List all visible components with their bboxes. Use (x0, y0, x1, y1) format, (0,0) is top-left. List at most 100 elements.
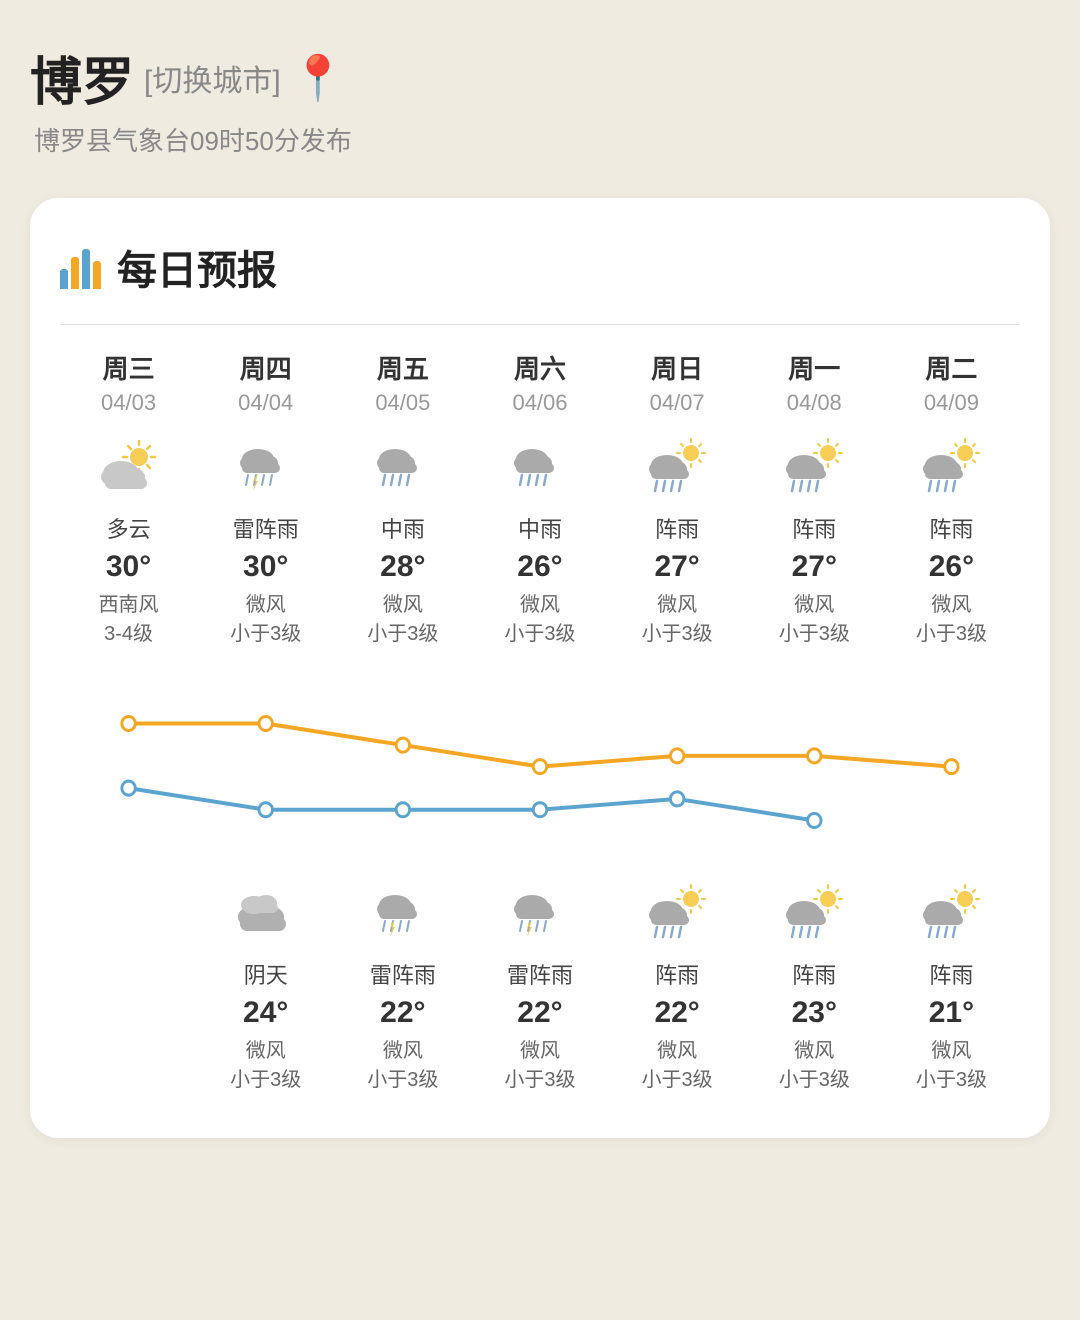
day-date: 04/03 (101, 390, 156, 426)
header: 博罗 [切换城市] 📍 博罗县气象台09时50分发布 (30, 40, 1050, 158)
temp-high: 27° (792, 550, 837, 584)
temp-high: 26° (929, 550, 974, 584)
city-name: 博罗 (30, 40, 134, 115)
weather-desc-bottom: 雷阵雨 (507, 958, 573, 990)
day-date: 04/09 (924, 390, 979, 426)
temp-high: 30° (243, 550, 288, 584)
weather-desc-top: 中雨 (518, 512, 562, 544)
temp-chart (60, 662, 1020, 862)
day-date: 04/06 (512, 390, 567, 426)
weather-icon-top (510, 432, 570, 502)
temp-low: 21° (929, 996, 974, 1030)
wind-type-top: 微风 (931, 588, 971, 617)
wind-level-top: 3-4级 (104, 617, 153, 646)
day-col-low-4: 阵雨 23° 微风 小于3级 (746, 872, 883, 1098)
daily-forecast-card: 每日预报 周三 04/03 多云 30° 西南风 3-4级 周四 04/04 (30, 198, 1050, 1138)
wind-level-bottom: 小于3级 (367, 1063, 438, 1092)
weather-desc-bottom: 雷阵雨 (370, 958, 436, 990)
weather-icon-top (373, 432, 433, 502)
day-col-5: 周一 04/08 阵雨 27° 微风 小于3级 (746, 349, 883, 652)
wind-type-bottom: 微风 (931, 1034, 971, 1063)
location-icon[interactable]: 📍 (291, 52, 346, 104)
divider (60, 324, 1020, 325)
city-title: 博罗 [切换城市] 📍 (30, 40, 1050, 115)
day-name: 周二 (925, 349, 977, 390)
wind-level-top: 小于3级 (504, 617, 575, 646)
wind-type-top: 微风 (520, 588, 560, 617)
switch-city-label[interactable]: [切换城市] (144, 56, 281, 100)
wind-level-bottom: 小于3级 (916, 1063, 987, 1092)
temp-low: 22° (517, 996, 562, 1030)
weather-desc-bottom: 阴天 (244, 958, 288, 990)
wind-level-bottom: 小于3级 (230, 1063, 301, 1092)
weather-desc-bottom: 阵雨 (792, 958, 836, 990)
weather-desc-top: 中雨 (381, 512, 425, 544)
chart-icon (60, 245, 101, 289)
wind-type-bottom: 微风 (520, 1034, 560, 1063)
weather-icon-bottom (373, 878, 433, 948)
day-col-6: 周二 04/09 阵雨 26° 微风 小于3级 (883, 349, 1020, 652)
day-col-1: 周四 04/04 雷阵雨 30° 微风 小于3级 (197, 349, 334, 652)
day-col-3: 周六 04/06 中雨 26° 微风 小于3级 (471, 349, 608, 652)
wind-type-top: 微风 (383, 588, 423, 617)
weather-desc-top: 多云 (107, 512, 151, 544)
wind-type-top: 微风 (794, 588, 834, 617)
wind-type-bottom: 微风 (794, 1034, 834, 1063)
day-col-low-2: 雷阵雨 22° 微风 小于3级 (471, 872, 608, 1098)
wind-level-top: 小于3级 (230, 617, 301, 646)
day-date: 04/05 (375, 390, 430, 426)
weather-icon-bottom (921, 878, 981, 948)
day-date: 04/07 (650, 390, 705, 426)
day-name: 周四 (240, 349, 292, 390)
weather-desc-top: 阵雨 (792, 512, 836, 544)
weather-icon-top (784, 432, 844, 502)
wind-type-bottom: 微风 (657, 1034, 697, 1063)
day-date: 04/08 (787, 390, 842, 426)
weather-icon-bottom (784, 878, 844, 948)
days-grid-top: 周三 04/03 多云 30° 西南风 3-4级 周四 04/04 (60, 349, 1020, 652)
wind-type-bottom: 微风 (383, 1034, 423, 1063)
wind-level-top: 小于3级 (779, 617, 850, 646)
weather-desc-bottom: 阵雨 (929, 958, 973, 990)
day-col-0: 周三 04/03 多云 30° 西南风 3-4级 (60, 349, 197, 652)
wind-type-top: 微风 (246, 588, 286, 617)
wind-level-top: 小于3级 (642, 617, 713, 646)
day-date: 04/04 (238, 390, 293, 426)
wind-level-top: 小于3级 (367, 617, 438, 646)
weather-icon-top (99, 432, 159, 502)
temp-high: 28° (380, 550, 425, 584)
temp-low: 24° (243, 996, 288, 1030)
day-name: 周三 (103, 349, 155, 390)
day-col-2: 周五 04/05 中雨 28° 微风 小于3级 (334, 349, 471, 652)
weather-desc-top: 阵雨 (655, 512, 699, 544)
wind-type-top: 西南风 (99, 588, 159, 617)
temp-high: 30° (106, 550, 151, 584)
day-name: 周六 (514, 349, 566, 390)
day-name: 周五 (377, 349, 429, 390)
wind-level-bottom: 小于3级 (504, 1063, 575, 1092)
wind-level-top: 小于3级 (916, 617, 987, 646)
day-name: 周一 (788, 349, 840, 390)
days-grid-bottom: 阴天 24° 微风 小于3级 雷阵雨 22° 微风 小于3级 (60, 872, 1020, 1098)
temp-low: 23° (792, 996, 837, 1030)
day-col-low-3: 阵雨 22° 微风 小于3级 (609, 872, 746, 1098)
publish-info: 博罗县气象台09时50分发布 (34, 121, 1050, 158)
weather-desc-bottom: 阵雨 (655, 958, 699, 990)
temp-low: 22° (654, 996, 699, 1030)
temp-low: 22° (380, 996, 425, 1030)
temp-high: 27° (654, 550, 699, 584)
temp-high: 26° (517, 550, 562, 584)
wind-level-bottom: 小于3级 (779, 1063, 850, 1092)
card-title: 每日预报 (117, 238, 277, 296)
day-col-low-5: 阵雨 21° 微风 小于3级 (883, 872, 1020, 1098)
weather-icon-bottom (510, 878, 570, 948)
weather-desc-top: 雷阵雨 (233, 512, 299, 544)
wind-level-bottom: 小于3级 (642, 1063, 713, 1092)
weather-icon-bottom (236, 878, 296, 948)
wind-type-top: 微风 (657, 588, 697, 617)
day-col-4: 周日 04/07 阵雨 27° 微风 小于3级 (609, 349, 746, 652)
weather-desc-top: 阵雨 (929, 512, 973, 544)
day-col-low-0: 阴天 24° 微风 小于3级 (197, 872, 334, 1098)
weather-icon-top (236, 432, 296, 502)
day-name: 周日 (651, 349, 703, 390)
